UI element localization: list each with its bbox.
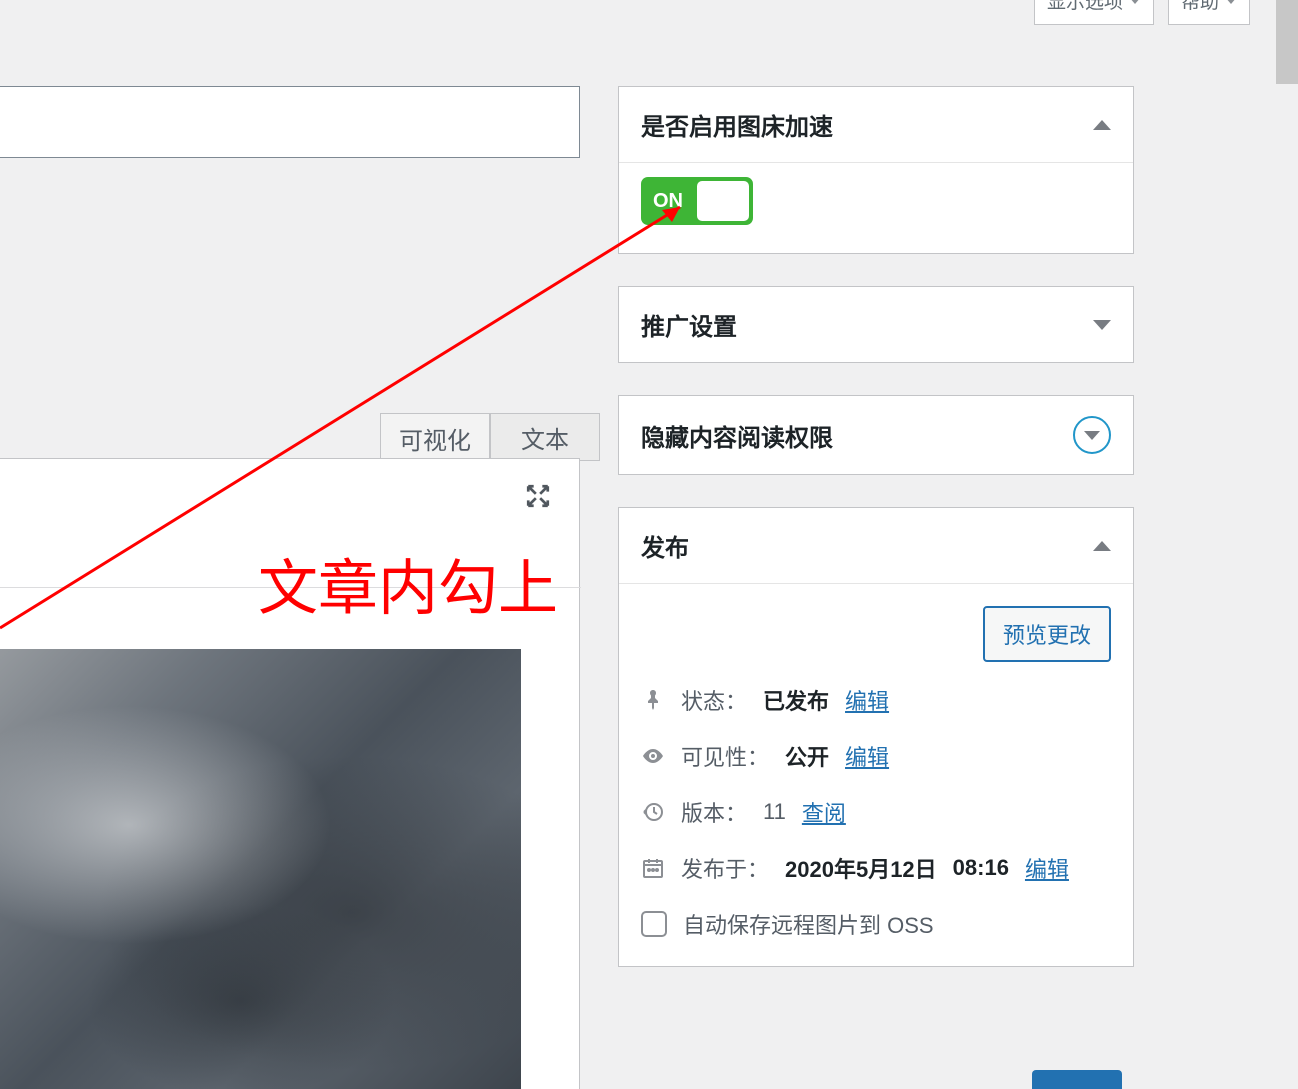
panel-publish: 发布 预览更改 状态： 已发布 编辑 [618, 507, 1134, 967]
update-button-partial[interactable] [1032, 1070, 1122, 1089]
status-label: 状态： [681, 684, 747, 716]
pin-icon [641, 688, 665, 712]
auto-save-checkbox[interactable] [641, 911, 667, 937]
expand-down-icon [1093, 320, 1111, 330]
published-edit-link[interactable]: 编辑 [1025, 852, 1069, 884]
published-date: 2020年5月12日 [785, 852, 937, 884]
help-label: 帮助 [1181, 0, 1219, 14]
panel-hidden-content: 隐藏内容阅读权限 [618, 395, 1134, 475]
published-time: 08:16 [953, 855, 1009, 881]
status-value: 已发布 [763, 684, 829, 716]
tab-visual-label: 可视化 [399, 421, 471, 456]
panel-image-acceleration-title: 是否启用图床加速 [641, 107, 833, 142]
revisions-browse-link[interactable]: 查阅 [802, 796, 846, 828]
post-title-input[interactable] [0, 86, 580, 158]
caret-down-icon [1225, 0, 1237, 4]
panel-publish-title: 发布 [641, 528, 689, 563]
panel-image-acceleration: 是否启用图床加速 ON [618, 86, 1134, 254]
image-acceleration-toggle[interactable]: ON [641, 177, 753, 225]
panel-publish-header[interactable]: 发布 [619, 508, 1133, 583]
tab-text-label: 文本 [521, 420, 569, 455]
circled-expand-icon[interactable] [1073, 416, 1111, 454]
publish-visibility-row: 可见性： 公开 编辑 [619, 728, 1133, 784]
eye-icon [641, 744, 665, 768]
panel-promotion: 推广设置 [618, 286, 1134, 363]
screen-options-label: 显示选项 [1047, 0, 1123, 14]
visibility-value: 公开 [785, 740, 829, 772]
tab-text[interactable]: 文本 [490, 413, 600, 461]
status-edit-link[interactable]: 编辑 [845, 684, 889, 716]
content-image[interactable] [0, 649, 521, 1089]
auto-save-label: 自动保存远程图片到 OSS [683, 908, 934, 940]
revisions-count: 11 [763, 799, 786, 825]
collapse-up-icon [1093, 120, 1111, 130]
content-editor[interactable] [0, 458, 580, 1089]
fullscreen-icon[interactable] [525, 483, 551, 509]
preview-changes-button[interactable]: 预览更改 [983, 606, 1111, 662]
published-label: 发布于： [681, 852, 769, 884]
panel-promotion-title: 推广设置 [641, 307, 737, 342]
collapse-up-icon [1093, 541, 1111, 551]
publish-revisions-row: 版本： 11 查阅 [619, 784, 1133, 840]
toolbar-divider [0, 587, 581, 588]
tab-visual[interactable]: 可视化 [380, 413, 490, 462]
panel-image-acceleration-header[interactable]: 是否启用图床加速 [619, 87, 1133, 162]
panel-promotion-header[interactable]: 推广设置 [619, 287, 1133, 362]
panel-hidden-content-title: 隐藏内容阅读权限 [641, 418, 833, 453]
toggle-knob [697, 181, 749, 221]
preview-changes-label: 预览更改 [1003, 623, 1091, 648]
publish-status-row: 状态： 已发布 编辑 [619, 672, 1133, 728]
visibility-edit-link[interactable]: 编辑 [845, 740, 889, 772]
revisions-label: 版本： [681, 796, 747, 828]
auto-save-row: 自动保存远程图片到 OSS [619, 896, 1133, 966]
calendar-icon [641, 856, 665, 880]
help-button[interactable]: 帮助 [1168, 0, 1250, 25]
history-icon [641, 800, 665, 824]
caret-down-icon [1129, 0, 1141, 4]
publish-date-row: 发布于： 2020年5月12日 08:16 编辑 [619, 840, 1133, 896]
vertical-scrollbar[interactable] [1276, 0, 1298, 84]
panel-hidden-content-header[interactable]: 隐藏内容阅读权限 [619, 396, 1133, 474]
screen-options-button[interactable]: 显示选项 [1034, 0, 1154, 25]
toggle-on-label: ON [653, 190, 683, 213]
visibility-label: 可见性： [681, 740, 769, 772]
